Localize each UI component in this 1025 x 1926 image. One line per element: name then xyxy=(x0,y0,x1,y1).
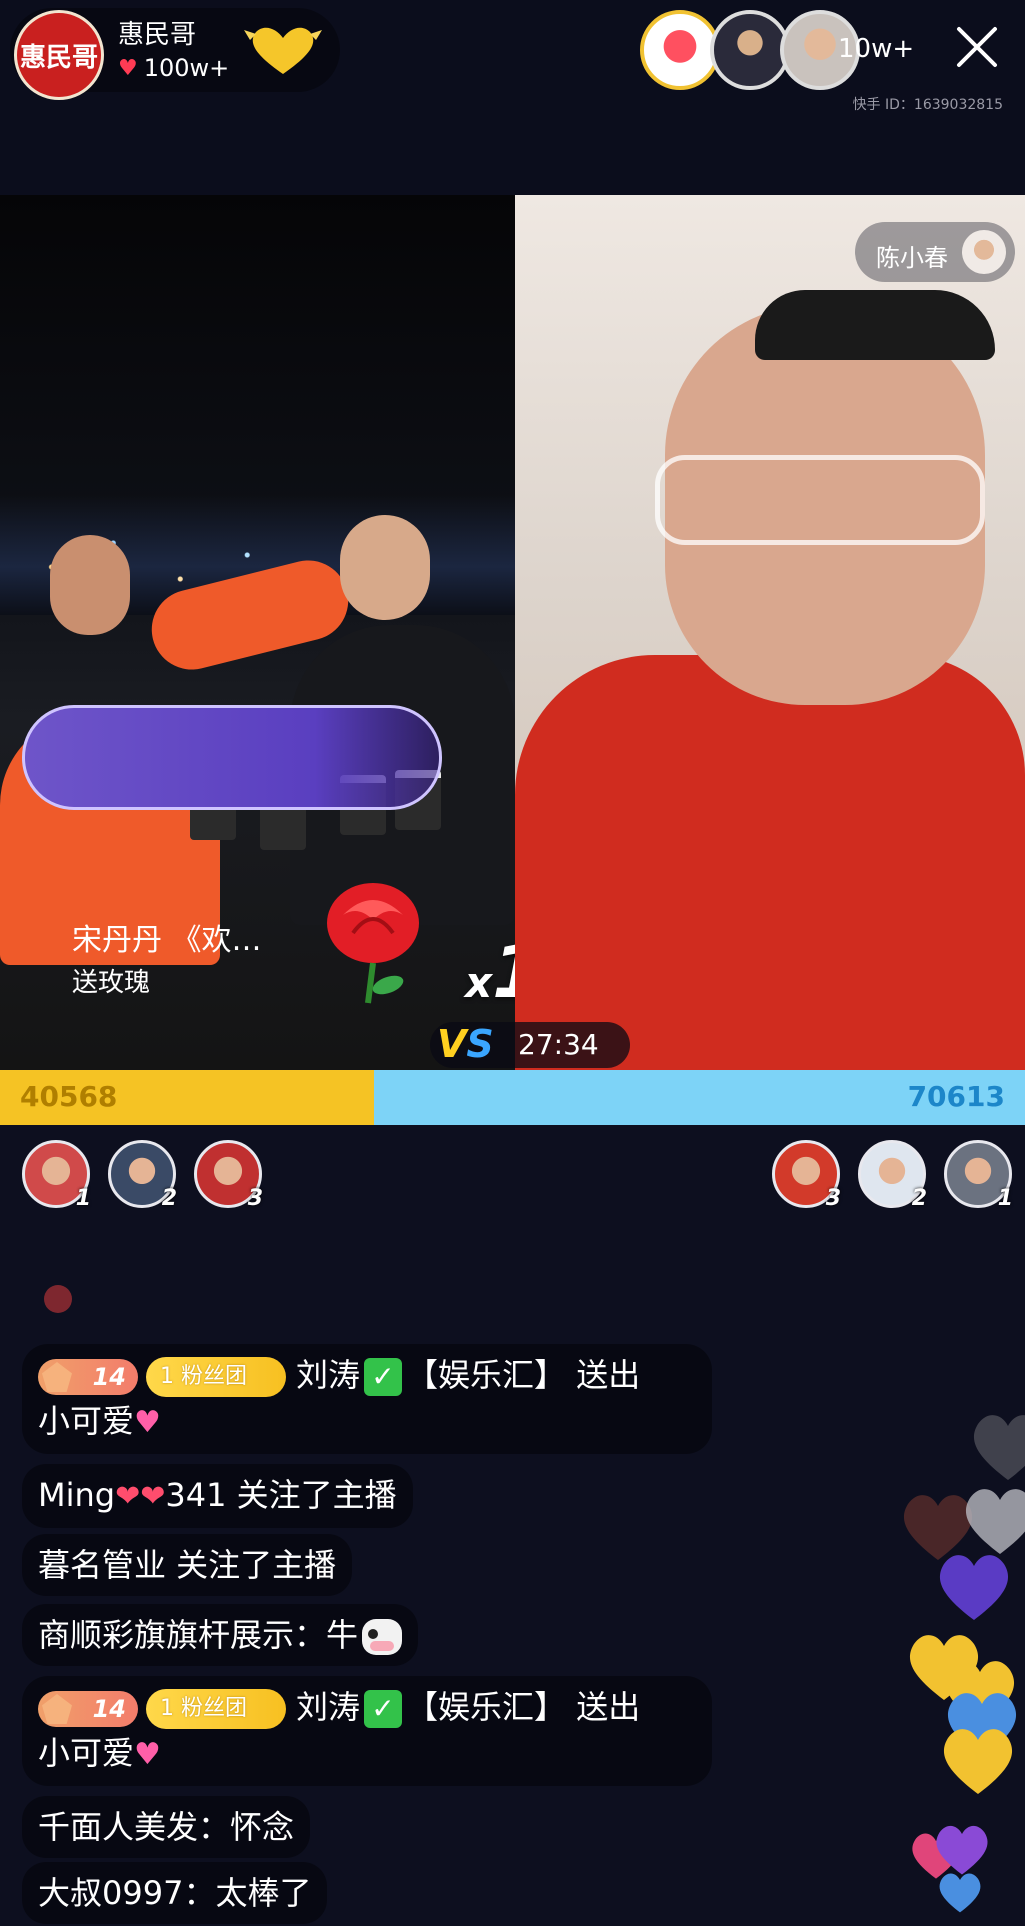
video-person xyxy=(50,535,130,635)
chat-text: 千面人美发：怀念 xyxy=(38,1808,295,1846)
contributor-rank: 3 xyxy=(247,1186,263,1211)
faded-chat-dot xyxy=(44,1285,72,1313)
winged-heart-icon: ♥ xyxy=(134,1737,161,1772)
chat-user: 刘涛 xyxy=(296,1688,361,1726)
chat-message[interactable]: 千面人美发：怀念 xyxy=(22,1796,311,1858)
host-avatar-text: 惠民哥 xyxy=(19,42,98,73)
opponent-avatar[interactable] xyxy=(962,230,1006,274)
contributor-avatar[interactable]: 1 xyxy=(944,1140,1013,1211)
cow-icon xyxy=(362,1619,403,1655)
chat-text: 小可爱 xyxy=(38,1402,135,1440)
floating-heart-icon xyxy=(974,1415,1025,1480)
contributor-rank: 1 xyxy=(75,1186,91,1211)
chat-user: Ming xyxy=(38,1476,116,1514)
host-heart-avatar[interactable] xyxy=(640,10,720,90)
contributor-rank: 2 xyxy=(911,1186,927,1211)
chat-text: 341 关注了主播 xyxy=(165,1476,397,1514)
video-person xyxy=(515,655,1025,1070)
floating-heart-icon xyxy=(966,1489,1025,1554)
video-person xyxy=(755,290,995,360)
heart-icon: ❤ xyxy=(115,1479,141,1514)
opponent-name: 陈小春 xyxy=(876,244,948,272)
chat-text: 大叔0997：太棒了 xyxy=(38,1874,312,1912)
floating-heart-icon xyxy=(939,1555,1009,1620)
chat-text: 【娱乐汇】 送出 xyxy=(406,1688,641,1726)
chat-text: 商顺彩旗旗杆展示：牛 xyxy=(38,1616,359,1654)
host-likes-count: 100w+ xyxy=(143,54,230,82)
video-person xyxy=(655,455,985,545)
check-icon: ✓ xyxy=(364,1358,403,1396)
video-person xyxy=(340,515,430,620)
contributor-avatar[interactable]: 2 xyxy=(108,1140,177,1211)
pk-timer: 27:34 xyxy=(518,1028,599,1061)
host-avatar[interactable]: 惠民哥 xyxy=(14,10,104,100)
chat-user: 刘涛 xyxy=(296,1356,361,1394)
gift-banner xyxy=(22,705,442,810)
chat-text: 【娱乐汇】 送出 xyxy=(406,1356,641,1394)
contributor-avatar[interactable]: 2 xyxy=(858,1140,927,1211)
contributor-rank: 1 xyxy=(997,1186,1013,1211)
heart-icon: ❤ xyxy=(140,1479,166,1514)
contributor-avatar[interactable]: 3 xyxy=(772,1140,841,1211)
close-icon xyxy=(957,27,997,67)
gold-heart-badge-icon[interactable] xyxy=(244,22,322,78)
chat-text: 暮名管业 关注了主播 xyxy=(38,1546,337,1584)
floating-heart-icon xyxy=(943,1729,1013,1794)
rose-icon xyxy=(327,883,419,1004)
floating-heart-icon xyxy=(936,1825,988,1875)
contributor-avatar[interactable]: 1 xyxy=(22,1140,91,1211)
host-likes: ♥ 100w+ xyxy=(118,54,229,82)
kuaishou-id: 快手 ID：1639032815 xyxy=(852,97,1003,113)
gift-sender: 宋丹丹 《欢… xyxy=(72,923,262,958)
fan-club-badge: 1 粉丝团 xyxy=(146,1357,286,1397)
chat-text: 小可爱 xyxy=(38,1734,135,1772)
chat-message[interactable]: 14 1 粉丝团 刘涛 ✓ 【娱乐汇】 送出 小可爱♥ xyxy=(22,1676,712,1786)
contributor-avatar[interactable]: 3 xyxy=(194,1140,263,1211)
contributor-rank: 3 xyxy=(825,1186,841,1211)
level-badge: 14 xyxy=(38,1691,138,1727)
gift-action: 送玫瑰 xyxy=(72,968,151,998)
chat-message[interactable]: 14 1 粉丝团 刘涛 ✓ 【娱乐汇】 送出 小可爱♥ xyxy=(22,1344,712,1454)
floating-heart-icon xyxy=(939,1873,981,1913)
host-name: 惠民哥 xyxy=(118,20,197,50)
chat-message[interactable]: Ming❤❤341 关注了主播 xyxy=(22,1464,413,1528)
opponent-video[interactable] xyxy=(515,195,1025,1070)
viewer-count[interactable]: 10w+ xyxy=(838,34,914,64)
top-bar: 惠民哥 惠民哥 ♥ 100w+ 10w+ 快手 ID：1639032815 xyxy=(0,0,1025,195)
pk-right-score: 70613 xyxy=(907,1080,1005,1113)
close-button[interactable] xyxy=(952,22,1002,72)
heart-icon: ♥ xyxy=(118,55,138,81)
level-badge: 14 xyxy=(38,1359,138,1395)
chat-message[interactable]: 大叔0997：太棒了 xyxy=(22,1862,328,1924)
gift-multiplier-prefix: x xyxy=(465,958,493,1007)
fan-club-badge: 1 粉丝团 xyxy=(146,1689,286,1729)
chat-message[interactable]: 商顺彩旗旗杆展示：牛 xyxy=(22,1604,419,1666)
winged-heart-icon: ♥ xyxy=(134,1405,161,1440)
chat-message[interactable]: 暮名管业 关注了主播 xyxy=(22,1534,353,1596)
pk-left-score: 40568 xyxy=(20,1080,118,1113)
pk-score-bar: 40568 70613 xyxy=(0,1070,1025,1125)
contributor-rank: 2 xyxy=(161,1186,177,1211)
check-icon: ✓ xyxy=(364,1690,403,1728)
vs-icon: VS xyxy=(437,1022,494,1066)
viewer-avatar[interactable] xyxy=(710,10,790,90)
